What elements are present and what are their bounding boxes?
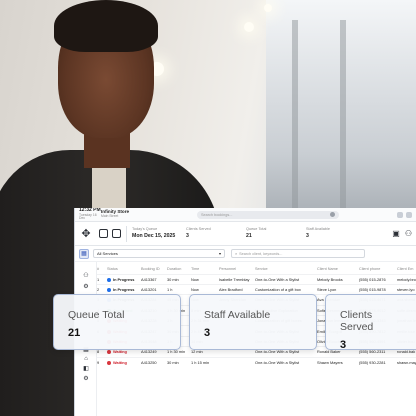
table-cell: A413367 — [141, 273, 167, 285]
calendar-add-icon[interactable]: ▣ — [392, 229, 400, 238]
window-controls — [397, 211, 412, 218]
table-cell: shawn.may — [397, 356, 416, 368]
sidebar-settings-icon[interactable]: ⚙ — [75, 283, 97, 290]
sidebar-gear-icon[interactable]: ⚙ — [75, 375, 97, 382]
column-header[interactable]: # — [97, 264, 107, 274]
column-header[interactable]: Personnel — [219, 264, 255, 274]
store-icon[interactable] — [99, 229, 108, 238]
filter-bar: ▦ All Services ▾ ⌕ Search client, keywor… — [75, 246, 416, 262]
column-header[interactable]: Status — [107, 264, 141, 274]
person-hair — [54, 0, 158, 52]
window-frame — [340, 20, 346, 210]
table-cell: Now — [191, 273, 219, 285]
window-frame — [292, 20, 298, 210]
table-cell: 30 min — [167, 356, 191, 368]
stat-value: 3 — [306, 232, 309, 239]
stat-todays-queue: Today's Queue Mon Dec 15, 2025 — [132, 227, 186, 240]
calendar-icon[interactable]: ▦ — [79, 248, 89, 259]
stats-bar: ✥ Today's Queue Mon Dec 15, 2025 Clients… — [75, 222, 416, 246]
card-value: 3 — [204, 327, 211, 339]
table-cell: (555) 015-2876 — [359, 273, 397, 285]
table-cell: (555) 930-2281 — [359, 356, 397, 368]
sidebar-store-icon[interactable]: ⌂ — [75, 356, 97, 362]
column-header[interactable]: Booking ID — [141, 264, 167, 274]
header-actions: ▣ ⚇ — [392, 229, 412, 238]
table-cell: One-to-One With a Stylist — [255, 273, 317, 285]
table-cell: One-to-One With a Stylist — [255, 356, 317, 368]
status-badge: In Progress — [107, 273, 141, 285]
list-icon[interactable] — [112, 229, 121, 238]
table-cell: A413250 — [141, 356, 167, 368]
card-label: Staff Available — [204, 309, 271, 321]
chevron-down-icon: ▾ — [218, 251, 221, 256]
clock-date: Tuesday 16 Dec — [79, 212, 97, 221]
ceiling-lamp — [264, 4, 272, 12]
column-header[interactable]: Client Em — [397, 264, 416, 274]
stat-queue-total: Queue Total 21 — [246, 227, 306, 240]
user-add-icon[interactable]: ⚇ — [405, 229, 412, 238]
table-cell: 1 h 15 min — [191, 356, 219, 368]
table-cell: 1 — [97, 273, 107, 285]
column-header[interactable]: Time — [191, 264, 219, 274]
table-cell: Isabelle Tremblay — [219, 273, 255, 285]
table-cell: Shawn Mayers — [317, 356, 359, 368]
table-header-row: # Status Booking ID Duration Time Personnel Se… — [97, 264, 416, 274]
card-value: 21 — [68, 327, 81, 339]
app-logo-icon: ✥ — [81, 228, 91, 240]
stat-value: 3 — [186, 232, 189, 239]
ceiling-lamp — [244, 22, 254, 32]
card-label: Queue Total — [68, 309, 125, 321]
column-header[interactable]: Duration — [167, 264, 191, 274]
sidebar-bag-icon[interactable]: ◧ — [75, 365, 97, 372]
table-cell: Melody Brooks — [317, 273, 359, 285]
table-cell: 30 min — [167, 273, 191, 285]
store-info: Infinity Store Main Street — [101, 209, 173, 219]
card-clients-served: Clients Served 3 — [325, 294, 416, 351]
search-icon: ⌕ — [235, 251, 238, 256]
service-select-value: All Services — [97, 251, 118, 256]
clear-search-icon[interactable] — [330, 212, 335, 217]
card-label: Clients Served — [340, 309, 374, 333]
stat-value: Mon Dec 15, 2025 — [132, 232, 176, 239]
global-search-placeholder: Search bookings... — [201, 212, 233, 217]
service-select[interactable]: All Services ▾ — [93, 249, 225, 258]
table-cell: 9 — [97, 356, 107, 368]
column-header[interactable]: Service — [255, 264, 317, 274]
table-cell — [219, 356, 255, 368]
global-search-input[interactable]: Search bookings... — [197, 210, 339, 219]
table-cell: melody.bro — [397, 273, 416, 285]
table-row[interactable]: 1 In Progress A413367 30 min Now Isabelle Tre… — [97, 273, 416, 285]
status-badge: Waiting — [107, 356, 141, 368]
minimize-icon[interactable] — [397, 211, 403, 218]
sidebar-people-icon[interactable]: ⚇ — [75, 272, 97, 279]
stat-staff-available: Staff Available 3 — [306, 227, 366, 240]
card-value: 3 — [340, 339, 347, 351]
top-bar: 12:32 PM Tuesday 16 Dec Infinity Store M… — [75, 208, 416, 222]
store-subtitle: Main Street — [101, 214, 119, 219]
table-row[interactable]: 9 Waiting A413250 30 min 1 h 15 min One-to-On… — [97, 356, 416, 368]
card-queue-total: Queue Total 21 — [53, 294, 181, 350]
clock: 12:32 PM Tuesday 16 Dec — [79, 208, 101, 220]
client-search-input[interactable]: ⌕ Search client, keywords... — [231, 249, 365, 258]
client-search-placeholder: Search client, keywords... — [239, 251, 283, 256]
stat-clients-served: Clients Served 3 — [186, 227, 246, 240]
divider — [126, 225, 127, 242]
column-header[interactable]: Client Name — [317, 264, 359, 274]
card-staff-available: Staff Available 3 — [189, 294, 317, 350]
column-header[interactable]: Client phone — [359, 264, 397, 274]
maximize-icon[interactable] — [406, 211, 412, 218]
stat-value: 21 — [246, 232, 252, 239]
